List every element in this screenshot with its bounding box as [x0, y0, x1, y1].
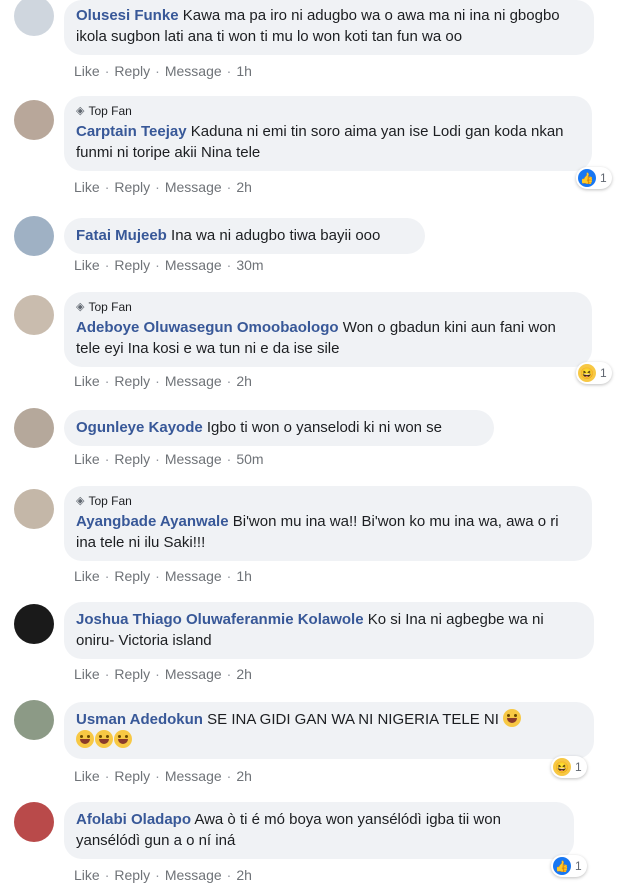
like-button[interactable]: Like — [74, 867, 100, 883]
haha-reaction-icon: 😆 — [578, 364, 596, 382]
avatar[interactable] — [14, 295, 54, 335]
comment-actions: Like · Reply · Message · 30m — [74, 257, 264, 273]
reply-button[interactable]: Reply — [114, 867, 150, 883]
commenter-name[interactable]: Joshua Thiago Oluwaferanmie Kolawole — [76, 611, 364, 628]
reply-button[interactable]: Reply — [114, 568, 150, 584]
reply-button[interactable]: Reply — [114, 63, 150, 79]
commenter-name[interactable]: Fatai Mujeeb — [76, 227, 167, 244]
comment-bubble: ◈ Top Fan Ayangbade Ayanwale Bi'won mu in… — [64, 486, 592, 561]
top-fan-icon: ◈ — [76, 495, 85, 507]
timestamp[interactable]: 50m — [236, 451, 263, 467]
like-reaction-icon: 👍 — [553, 857, 571, 875]
like-reaction-icon: 👍 — [578, 169, 596, 187]
like-button[interactable]: Like — [74, 666, 100, 682]
top-fan-badge: ◈ Top Fan — [76, 104, 132, 118]
avatar[interactable] — [14, 100, 54, 140]
message-button[interactable]: Message — [165, 373, 222, 389]
reaction-count[interactable]: 👍 1 — [551, 855, 587, 877]
timestamp[interactable]: 1h — [236, 63, 252, 79]
reply-button[interactable]: Reply — [114, 373, 150, 389]
commenter-name[interactable]: Ayangbade Ayanwale — [76, 513, 229, 530]
reaction-count[interactable]: 👍 1 — [576, 167, 612, 189]
avatar[interactable] — [14, 0, 54, 36]
like-button[interactable]: Like — [74, 373, 100, 389]
message-button[interactable]: Message — [165, 257, 222, 273]
comment-bubble: Joshua Thiago Oluwaferanmie Kolawole Ko … — [64, 602, 594, 659]
timestamp[interactable]: 2h — [236, 768, 252, 784]
message-button[interactable]: Message — [165, 568, 222, 584]
timestamp[interactable]: 1h — [236, 568, 252, 584]
comment-bubble: ◈ Top Fan Carptain Teejay Kaduna ni emi t… — [64, 96, 592, 171]
commenter-name[interactable]: Carptain Teejay — [76, 123, 187, 140]
like-button[interactable]: Like — [74, 768, 100, 784]
laughing-emoji-icon — [503, 709, 522, 727]
like-button[interactable]: Like — [74, 451, 100, 467]
reply-button[interactable]: Reply — [114, 666, 150, 682]
message-button[interactable]: Message — [165, 179, 222, 195]
avatar[interactable] — [14, 408, 54, 448]
like-button[interactable]: Like — [74, 568, 100, 584]
top-fan-icon: ◈ — [76, 105, 85, 117]
message-button[interactable]: Message — [165, 666, 222, 682]
comment-actions: Like · Reply · Message · 2h — [74, 867, 252, 883]
comment-text: Igbo ti won o yanselodi ki ni won se — [206, 419, 443, 436]
comment-bubble: Olusesi Funke Kawa ma pa iro ni adugbo w… — [64, 0, 594, 55]
timestamp[interactable]: 2h — [236, 867, 252, 883]
reply-button[interactable]: Reply — [114, 257, 150, 273]
avatar[interactable] — [14, 802, 54, 842]
reply-button[interactable]: Reply — [114, 768, 150, 784]
top-fan-badge: ◈ Top Fan — [76, 300, 132, 314]
avatar[interactable] — [14, 700, 54, 740]
laughing-emoji-icon — [76, 730, 94, 748]
comment-bubble: Ogunleye Kayode Igbo ti won o yanselodi … — [64, 410, 494, 446]
like-button[interactable]: Like — [74, 63, 100, 79]
timestamp[interactable]: 30m — [236, 257, 263, 273]
comment-actions: Like · Reply · Message · 50m — [74, 451, 264, 467]
commenter-name[interactable]: Adeboye Oluwasegun Omoobaologo — [76, 319, 339, 336]
comment-actions: Like · Reply · Message · 2h — [74, 666, 252, 682]
reply-button[interactable]: Reply — [114, 179, 150, 195]
commenter-name[interactable]: Usman Adedokun — [76, 711, 203, 728]
laughing-emoji-icon — [114, 730, 132, 748]
comment-text: Ina wa ni adugbo tiwa bayii ooo — [171, 227, 381, 244]
avatar[interactable] — [14, 216, 54, 256]
comment-actions: Like · Reply · Message · 1h — [74, 568, 252, 584]
top-fan-badge: ◈ Top Fan — [76, 494, 132, 508]
comment-text: SE INA GIDI GAN WA NI NIGERIA TELE NI — [207, 711, 499, 728]
comment-actions: Like · Reply · Message · 2h — [74, 768, 252, 784]
comment-actions: Like · Reply · Message · 2h — [74, 373, 252, 389]
timestamp[interactable]: 2h — [236, 179, 252, 195]
comment-actions: Like · Reply · Message · 1h — [74, 63, 252, 79]
commenter-name[interactable]: Afolabi Oladapo — [76, 811, 191, 828]
comment-actions: Like · Reply · Message · 2h — [74, 179, 252, 195]
message-button[interactable]: Message — [165, 451, 222, 467]
commenter-name[interactable]: Olusesi Funke — [76, 7, 179, 24]
message-button[interactable]: Message — [165, 63, 222, 79]
comment-bubble: Afolabi Oladapo Awa ò ti é mó boya won y… — [64, 802, 574, 859]
reply-button[interactable]: Reply — [114, 451, 150, 467]
comment-bubble: Fatai Mujeeb Ina wa ni adugbo tiwa bayii… — [64, 218, 425, 254]
haha-reaction-icon: 😆 — [553, 758, 571, 776]
comment-bubble: ◈ Top Fan Adeboye Oluwasegun Omoobaologo … — [64, 292, 592, 367]
laughing-emoji-icon — [95, 730, 113, 748]
message-button[interactable]: Message — [165, 768, 222, 784]
reaction-count[interactable]: 😆 1 — [551, 756, 587, 778]
comment-bubble: Usman Adedokun SE INA GIDI GAN WA NI NIG… — [64, 702, 594, 759]
timestamp[interactable]: 2h — [236, 373, 252, 389]
timestamp[interactable]: 2h — [236, 666, 252, 682]
message-button[interactable]: Message — [165, 867, 222, 883]
avatar[interactable] — [14, 489, 54, 529]
commenter-name[interactable]: Ogunleye Kayode — [76, 419, 203, 436]
avatar[interactable] — [14, 604, 54, 644]
top-fan-icon: ◈ — [76, 301, 85, 313]
like-button[interactable]: Like — [74, 179, 100, 195]
like-button[interactable]: Like — [74, 257, 100, 273]
reaction-count[interactable]: 😆 1 — [576, 362, 612, 384]
